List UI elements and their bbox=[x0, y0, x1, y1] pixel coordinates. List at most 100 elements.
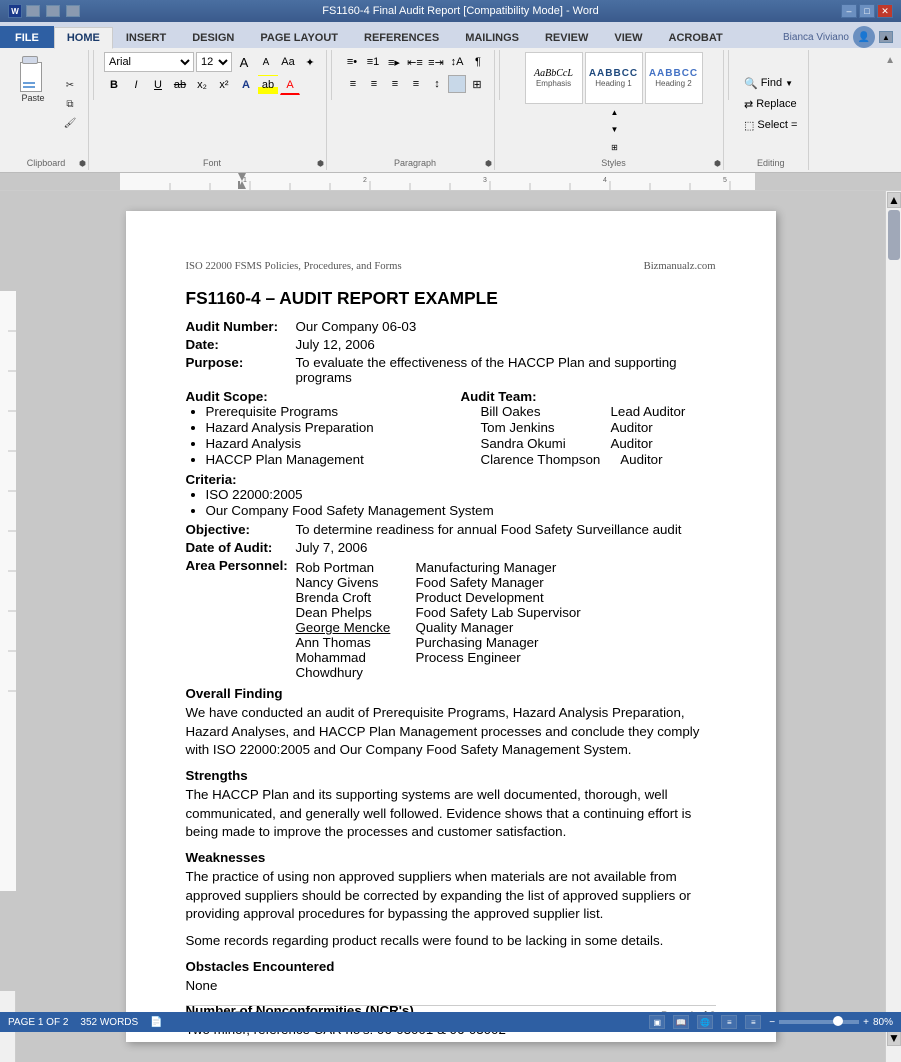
tab-page-layout[interactable]: PAGE LAYOUT bbox=[247, 26, 351, 48]
multilevel-btn[interactable]: ≡▸ bbox=[384, 52, 404, 72]
ruler: 1 2 3 4 5 bbox=[0, 173, 901, 191]
change-case-btn[interactable]: Aa bbox=[278, 52, 298, 72]
copy-btn[interactable]: ⧉ bbox=[58, 95, 82, 113]
scroll-up-btn[interactable]: ▲ bbox=[887, 192, 901, 208]
clipboard-expand-icon[interactable]: ⬢ bbox=[79, 159, 86, 168]
date-label: Date: bbox=[186, 337, 296, 352]
objective-value: To determine readiness for annual Food S… bbox=[296, 522, 682, 537]
minimize-btn[interactable]: – bbox=[841, 4, 857, 18]
tab-references[interactable]: REFERENCES bbox=[351, 26, 452, 48]
tab-acrobat[interactable]: ACROBAT bbox=[656, 26, 736, 48]
tab-review[interactable]: REVIEW bbox=[532, 26, 601, 48]
font-name-select[interactable]: Arial bbox=[104, 52, 194, 72]
style-emphasis[interactable]: AaBbCcL Emphasis bbox=[525, 52, 583, 104]
italic-btn[interactable]: I bbox=[126, 75, 146, 95]
zoom-level[interactable]: 80% bbox=[873, 1017, 893, 1028]
tab-file[interactable]: FILE bbox=[0, 26, 54, 48]
styles-expand-icon[interactable]: ⬢ bbox=[714, 159, 721, 168]
scroll-thumb[interactable] bbox=[888, 210, 900, 260]
outline-btn[interactable]: ≡ bbox=[721, 1015, 737, 1029]
tab-mailings[interactable]: MAILINGS bbox=[452, 26, 532, 48]
draft-btn[interactable]: ≡ bbox=[745, 1015, 761, 1029]
tab-insert[interactable]: INSERT bbox=[113, 26, 179, 48]
team-member-4: Clarence Thompson Auditor bbox=[481, 452, 716, 467]
close-btn[interactable]: ✕ bbox=[877, 4, 893, 18]
date-audit-label: Date of Audit: bbox=[186, 540, 296, 555]
underline-btn[interactable]: U bbox=[148, 75, 168, 95]
ribbon-collapse-btn[interactable]: ▲ bbox=[883, 50, 897, 170]
find-dropdown-icon[interactable]: ▼ bbox=[785, 79, 793, 88]
styles-up-btn[interactable]: ▲ bbox=[605, 104, 625, 121]
borders-btn[interactable]: ⊞ bbox=[467, 74, 487, 94]
superscript-btn[interactable]: x² bbox=[214, 75, 234, 95]
format-painter-btn[interactable]: 🖌 bbox=[58, 114, 82, 132]
date-audit-row: Date of Audit: July 7, 2006 bbox=[186, 540, 716, 555]
ap-role-7: Process Engineer bbox=[416, 650, 581, 680]
weaknesses-body1: The practice of using non approved suppl… bbox=[186, 868, 716, 924]
ribbon-toggle-btn[interactable]: ▲ bbox=[879, 31, 893, 43]
para-expand-icon[interactable]: ⬢ bbox=[485, 159, 492, 168]
tab-home[interactable]: HOME bbox=[54, 27, 113, 49]
full-reading-btn[interactable]: 📖 bbox=[673, 1015, 689, 1029]
zoom-out-btn[interactable]: − bbox=[769, 1017, 775, 1028]
zoom-slider[interactable] bbox=[779, 1020, 859, 1024]
clear-format-btn[interactable]: ✦ bbox=[300, 52, 320, 72]
print-layout-btn[interactable]: ▣ bbox=[649, 1015, 665, 1029]
select-icon: ⬚ bbox=[744, 119, 754, 132]
styles-down-btn[interactable]: ▼ bbox=[605, 121, 625, 138]
tab-design[interactable]: DESIGN bbox=[179, 26, 247, 48]
align-left-btn[interactable]: ≡ bbox=[343, 74, 363, 94]
grow-font-btn[interactable]: A bbox=[234, 52, 254, 72]
highlight-btn[interactable]: ab bbox=[258, 75, 278, 95]
cut-btn[interactable]: ✂ bbox=[58, 76, 82, 94]
user-avatar[interactable]: 👤 bbox=[853, 26, 875, 48]
justify-btn[interactable]: ≡ bbox=[406, 74, 426, 94]
bullets-btn[interactable]: ≡• bbox=[342, 52, 362, 72]
criteria-section: Criteria: ISO 22000:2005 Our Company Foo… bbox=[186, 472, 716, 519]
weaknesses-title: Weaknesses bbox=[186, 850, 716, 865]
shading-btn[interactable] bbox=[448, 75, 466, 93]
scope-item-4: HACCP Plan Management bbox=[206, 452, 441, 467]
web-layout-btn[interactable]: 🌐 bbox=[697, 1015, 713, 1029]
page-indicator: PAGE 1 OF 2 bbox=[8, 1017, 68, 1028]
font-size-select[interactable]: 12 bbox=[196, 52, 232, 72]
font-expand-icon[interactable]: ⬢ bbox=[317, 159, 324, 168]
scrollbar-right[interactable]: ▲ ▼ bbox=[885, 191, 901, 1062]
align-center-btn[interactable]: ≡ bbox=[364, 74, 384, 94]
style-heading1[interactable]: AABBCC Heading 1 bbox=[585, 52, 643, 104]
redo-btn[interactable] bbox=[66, 5, 80, 17]
numbering-btn[interactable]: ≡1 bbox=[363, 52, 383, 72]
ap-role-3: Product Development bbox=[416, 590, 581, 605]
font-color-btn[interactable]: A bbox=[280, 75, 300, 95]
increase-indent-btn[interactable]: ≡⇥ bbox=[426, 52, 446, 72]
decrease-indent-btn[interactable]: ⇤≡ bbox=[405, 52, 425, 72]
select-btn[interactable]: ⬚ Select = bbox=[739, 116, 802, 134]
find-btn[interactable]: 🔍 Find ▼ bbox=[739, 74, 798, 92]
document-title: FS1160-4 – AUDIT REPORT EXAMPLE bbox=[186, 288, 716, 309]
styles-label: Styles bbox=[601, 156, 626, 168]
tab-view[interactable]: VIEW bbox=[601, 26, 655, 48]
show-hide-btn[interactable]: ¶ bbox=[468, 52, 488, 72]
zoom-in-btn[interactable]: + bbox=[863, 1017, 869, 1028]
align-right-btn[interactable]: ≡ bbox=[385, 74, 405, 94]
audit-team-col: Audit Team: Bill Oakes Lead Auditor Tom … bbox=[461, 389, 716, 468]
bold-btn[interactable]: B bbox=[104, 75, 124, 95]
styles-more-btn[interactable]: ⊞ bbox=[605, 139, 625, 156]
subscript-btn[interactable]: x₂ bbox=[192, 75, 212, 95]
audit-scope-label: Audit Scope: bbox=[186, 389, 441, 404]
sort-btn[interactable]: ↕A bbox=[447, 52, 467, 72]
svg-text:1: 1 bbox=[243, 177, 247, 184]
quick-save-btn[interactable] bbox=[26, 5, 40, 17]
line-spacing-btn[interactable]: ↕ bbox=[427, 74, 447, 94]
scroll-down-btn[interactable]: ▼ bbox=[887, 1030, 901, 1046]
style-heading2[interactable]: AABBCC Heading 2 bbox=[645, 52, 703, 104]
audit-scope-list: Prerequisite Programs Hazard Analysis Pr… bbox=[206, 404, 441, 467]
svg-text:4: 4 bbox=[603, 177, 607, 184]
strikethrough-btn[interactable]: ab bbox=[170, 75, 190, 95]
undo-btn[interactable] bbox=[46, 5, 60, 17]
maximize-btn[interactable]: □ bbox=[859, 4, 875, 18]
paste-button[interactable]: Paste bbox=[10, 52, 56, 104]
text-effects-btn[interactable]: A bbox=[236, 75, 256, 95]
replace-btn[interactable]: ⇄ Replace bbox=[739, 95, 802, 113]
shrink-font-btn[interactable]: A bbox=[256, 52, 276, 72]
